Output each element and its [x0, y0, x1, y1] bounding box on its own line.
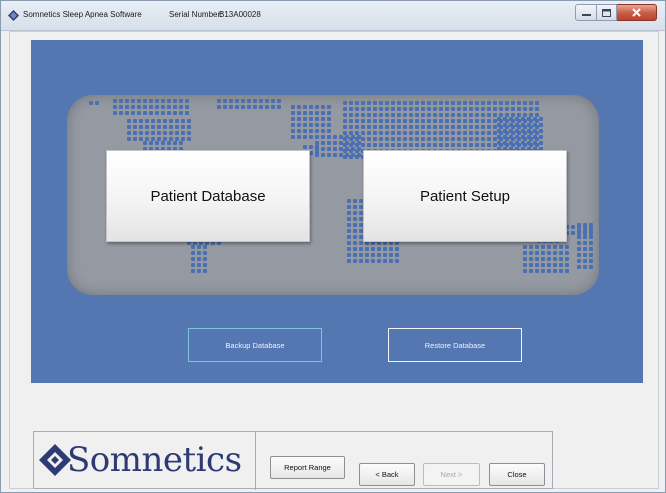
diamond-logo-icon — [8, 10, 19, 21]
backup-database-button[interactable]: Backup Database — [188, 328, 322, 362]
close-window-button[interactable] — [617, 4, 657, 21]
back-button[interactable]: < Back — [359, 463, 415, 486]
somnetics-logo: Somnetics — [34, 432, 256, 490]
client-area: Patient Database Patient Setup Backup Da… — [9, 31, 659, 490]
next-button[interactable]: Next > — [423, 463, 480, 486]
window-title: Somnetics Sleep Apnea Software — [23, 10, 142, 19]
serial-number-value: B13A00028 — [219, 10, 261, 19]
serial-number-label: Serial Number: — [169, 10, 223, 19]
footer-bar: Somnetics Report Range < Back Next > Clo… — [33, 431, 553, 490]
maximize-icon — [602, 8, 611, 17]
patient-database-button[interactable]: Patient Database — [106, 150, 310, 242]
title-bar[interactable]: Somnetics Sleep Apnea Software Serial Nu… — [1, 1, 665, 31]
minimize-button[interactable] — [575, 4, 597, 21]
report-range-button[interactable]: Report Range — [270, 456, 345, 479]
restore-database-button[interactable]: Restore Database — [388, 328, 522, 362]
main-panel: Patient Database Patient Setup Backup Da… — [31, 40, 643, 383]
application-window: Somnetics Sleep Apnea Software Serial Nu… — [0, 0, 666, 493]
minimize-icon — [581, 13, 591, 16]
logo-text: Somnetics — [67, 440, 242, 480]
window-controls — [575, 4, 657, 21]
close-button[interactable]: Close — [489, 463, 545, 486]
close-icon — [632, 8, 641, 17]
patient-setup-button[interactable]: Patient Setup — [363, 150, 567, 242]
maximize-button[interactable] — [597, 4, 617, 21]
